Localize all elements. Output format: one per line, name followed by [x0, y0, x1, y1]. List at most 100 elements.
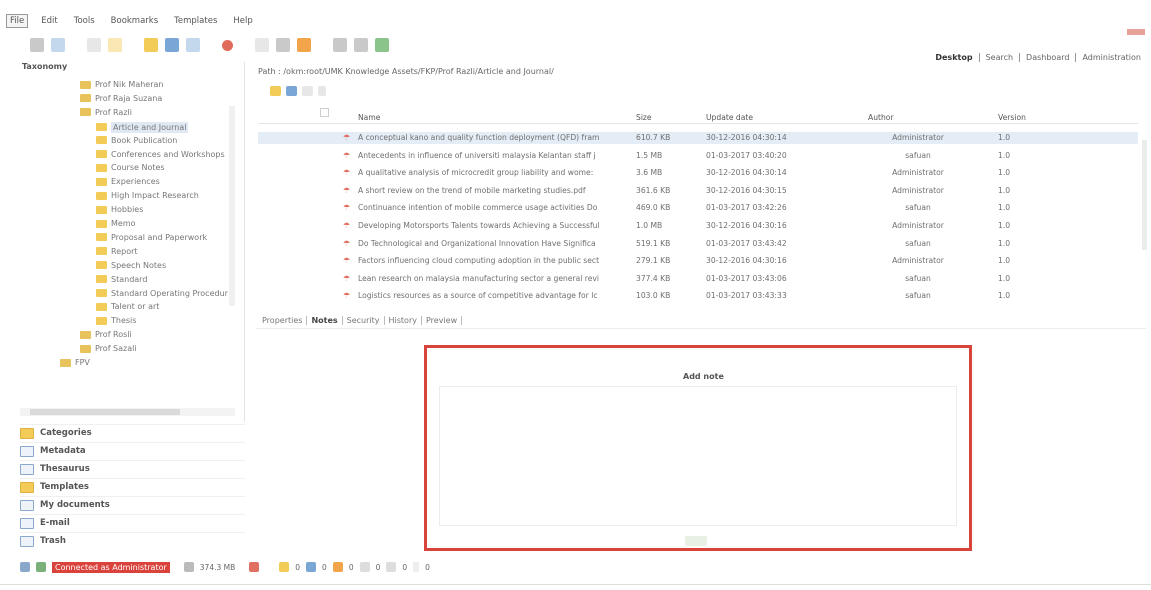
column-size[interactable]: Size — [636, 113, 696, 122]
grid-icon[interactable] — [302, 86, 313, 96]
column-update-date[interactable]: Update date — [706, 113, 826, 122]
tab-security[interactable]: Security — [343, 316, 385, 325]
tree-horizontal-scrollbar[interactable] — [20, 408, 235, 416]
workflow-icon[interactable] — [333, 38, 347, 52]
column-version[interactable]: Version — [998, 113, 1038, 122]
tree-item[interactable]: FPV — [60, 358, 90, 367]
tree-item[interactable]: Prof Rosli — [80, 330, 132, 339]
tree-item[interactable]: Hobbies — [96, 205, 143, 214]
upload-icon[interactable] — [186, 38, 200, 52]
section-trash[interactable]: Trash — [20, 532, 245, 549]
section-email[interactable]: E-mail — [20, 514, 245, 531]
tree-item[interactable]: Course Notes — [96, 163, 165, 172]
column-name[interactable]: Name — [358, 113, 626, 122]
tree-item[interactable]: Standard — [96, 275, 147, 284]
tree-item-label: Talent or art — [111, 302, 160, 312]
refresh-icon[interactable] — [30, 38, 44, 52]
tab-preview[interactable]: Preview — [422, 316, 463, 325]
view-tabs: Desktop Search Dashboard Administration — [929, 53, 1147, 62]
table-row[interactable]: ☂ Continuance intention of mobile commerc… — [258, 202, 1138, 214]
tab-desktop[interactable]: Desktop — [929, 53, 980, 62]
table-row[interactable]: ☂ A qualitative analysis of microcredit g… — [258, 167, 1138, 179]
pdf-icon: ☂ — [343, 203, 351, 213]
tree-item[interactable]: Report — [96, 247, 138, 256]
section-thesaurus[interactable]: Thesaurus — [20, 460, 245, 477]
tree-item[interactable]: Prof Sazali — [80, 344, 137, 353]
section-label: Categories — [40, 428, 92, 438]
delete-icon[interactable] — [222, 39, 233, 51]
copy-icon[interactable] — [255, 38, 269, 52]
menu-bookmarks[interactable]: Bookmarks — [108, 15, 162, 27]
document-add-icon[interactable] — [165, 38, 179, 52]
menu-help[interactable]: Help — [230, 15, 255, 27]
pdf-icon: ☂ — [343, 168, 351, 178]
table-row[interactable]: ☂ Developing Motorsports Talents towards … — [258, 220, 1138, 232]
table-scrollbar[interactable] — [1140, 140, 1148, 315]
tree-item[interactable]: Proposal and Paperwork — [96, 233, 207, 242]
folder-up-icon[interactable] — [270, 86, 281, 96]
table-row[interactable]: ☂ Factors influencing cloud computing ado… — [258, 255, 1138, 267]
tree-item[interactable]: Prof Nik Maheran — [80, 80, 164, 89]
file-size-cell: 469.0 KB — [636, 203, 671, 213]
menu-tools[interactable]: Tools — [71, 15, 98, 27]
notes-panel: Add note — [424, 345, 972, 551]
version-cell: 1.0 — [998, 238, 1011, 248]
unlock-icon[interactable] — [108, 38, 122, 52]
tree-item[interactable]: Speech Notes — [96, 261, 166, 270]
tree-item[interactable]: Standard Operating Procedur — [96, 289, 228, 298]
section-metadata[interactable]: Metadata — [20, 442, 245, 459]
folder-add-icon[interactable] — [144, 38, 158, 52]
tree-scrollbar[interactable] — [228, 88, 236, 398]
download-icon[interactable] — [276, 38, 290, 52]
tree-item-label: Course Notes — [111, 163, 165, 173]
mail-icon[interactable] — [375, 38, 389, 52]
filter-icon[interactable] — [318, 86, 326, 96]
tree-item[interactable]: Book Publication — [96, 136, 177, 145]
tab-administration[interactable]: Administration — [1076, 53, 1147, 62]
table-row[interactable]: ☂ Do Technological and Organizational Inn… — [258, 238, 1138, 250]
tree-item[interactable]: Conferences and Workshops — [96, 150, 225, 159]
bookmark-icon[interactable] — [297, 38, 311, 52]
note-textarea[interactable] — [439, 386, 957, 526]
properties-icon[interactable] — [51, 38, 65, 52]
section-my-documents[interactable]: My documents — [20, 496, 245, 513]
lock-icon[interactable] — [87, 38, 101, 52]
column-author[interactable]: Author — [868, 113, 988, 122]
section-categories[interactable]: Categories — [20, 424, 245, 441]
section-templates[interactable]: Templates — [20, 478, 245, 495]
tree-item[interactable]: Article and Journal — [96, 121, 189, 133]
save-icon[interactable] — [286, 86, 297, 96]
tree-item-label: Memo — [111, 219, 136, 228]
tab-search[interactable]: Search — [980, 53, 1021, 62]
tree-item-label: Prof Raja Suzana — [95, 93, 163, 103]
categories-icon — [20, 427, 34, 439]
table-row[interactable]: ☂ A conceptual kano and quality function … — [258, 132, 1138, 144]
file-name-cell: Lean research on malaysia manufacturing … — [358, 273, 600, 283]
tree-item[interactable]: Prof Raja Suzana — [80, 94, 162, 103]
menu-templates[interactable]: Templates — [171, 15, 220, 27]
menu-file[interactable]: File — [6, 14, 29, 28]
tab-properties[interactable]: Properties — [258, 316, 308, 325]
tab-notes[interactable]: Notes — [307, 316, 343, 325]
pdf-icon: ☂ — [343, 133, 351, 142]
tree-item[interactable]: Experiences — [96, 177, 160, 186]
menu-edit[interactable]: Edit — [38, 15, 60, 27]
tree-item[interactable]: High Impact Research — [96, 191, 199, 200]
tree-item[interactable]: Thesis — [96, 316, 136, 325]
add-note-button[interactable] — [685, 536, 707, 546]
table-row[interactable]: ☂ A short review on the trend of mobile m… — [258, 185, 1138, 197]
tree-item[interactable]: Memo — [96, 219, 136, 228]
tab-dashboard[interactable]: Dashboard — [1020, 53, 1077, 62]
folder-icon — [96, 136, 107, 145]
tree-item[interactable]: Talent or art — [96, 302, 159, 311]
table-row[interactable]: ☂ Lean research on malaysia manufacturing… — [258, 273, 1138, 285]
select-all-checkbox[interactable] — [320, 108, 329, 117]
folder-icon — [96, 219, 107, 228]
table-row[interactable]: ☂ Antecedents in influence of universiti … — [258, 150, 1138, 162]
tree-item[interactable]: Prof Razli — [80, 108, 132, 117]
table-row[interactable]: ☂ Logistics resources as a source of comp… — [258, 290, 1138, 302]
news-count: 0 — [375, 562, 381, 572]
tree-item-label: Prof Sazali — [95, 344, 137, 354]
tab-history[interactable]: History — [385, 316, 422, 325]
home-icon[interactable] — [354, 38, 368, 52]
